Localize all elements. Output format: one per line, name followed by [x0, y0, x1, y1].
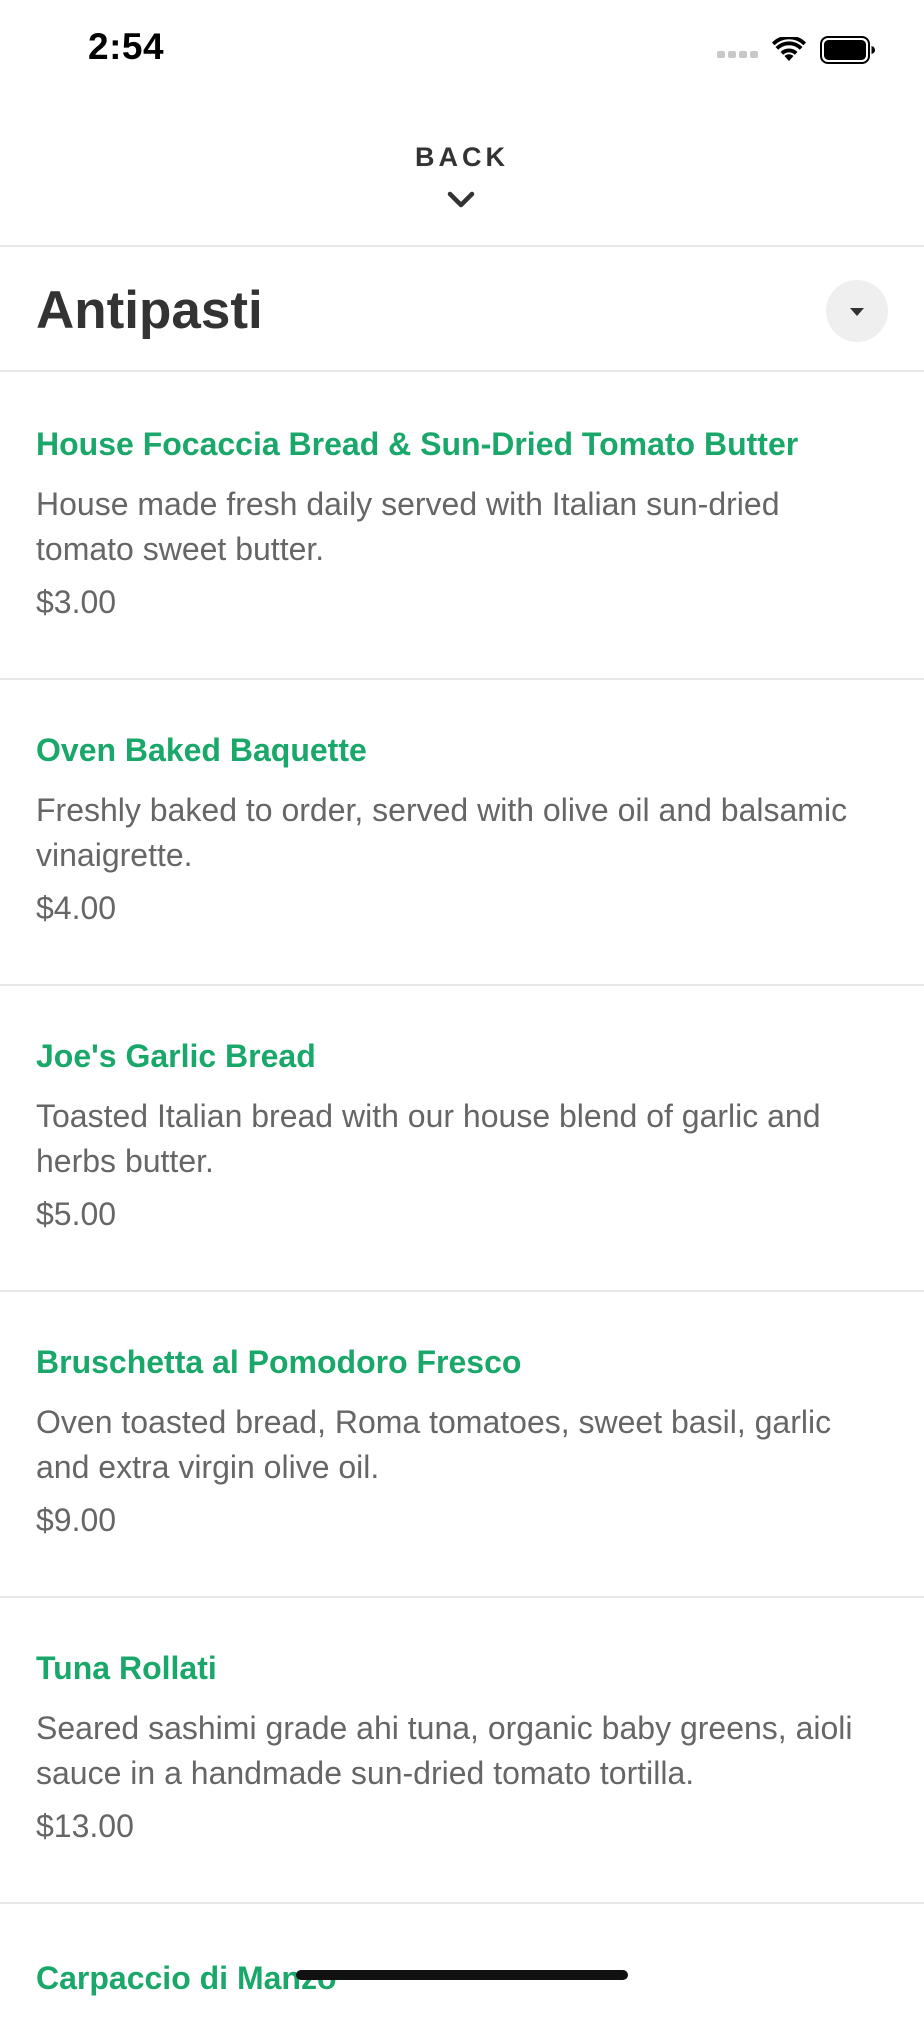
- menu-item-name: Tuna Rollati: [36, 1650, 217, 1686]
- menu-item[interactable]: Joe's Garlic Bread Toasted Italian bread…: [0, 986, 924, 1292]
- status-icons: [717, 34, 876, 66]
- menu-item[interactable]: Oven Baked Baquette Freshly baked to ord…: [0, 680, 924, 986]
- menu-item-name: Oven Baked Baquette: [36, 732, 367, 768]
- menu-item-description: Oven toasted bread, Roma tomatoes, sweet…: [36, 1404, 832, 1485]
- status-time: 2:54: [88, 26, 165, 67]
- back-header: BACK: [0, 100, 924, 246]
- section-header: Antipasti: [0, 248, 924, 372]
- menu-list: House Focaccia Bread & Sun-Dried Tomato …: [0, 374, 924, 2024]
- section-title: Antipasti: [36, 281, 263, 340]
- back-button[interactable]: BACK: [0, 142, 924, 173]
- menu-item-price: $5.00: [36, 1196, 117, 1232]
- status-bar: 2:54: [0, 0, 924, 100]
- menu-item-price: $4.00: [36, 890, 117, 926]
- wifi-icon: [772, 37, 806, 61]
- chevron-down-icon[interactable]: [446, 190, 476, 210]
- battery-icon: [820, 36, 875, 64]
- menu-item-name: Carpaccio di Manzo: [36, 1960, 337, 1996]
- menu-item-description: Freshly baked to order, served with oliv…: [36, 792, 848, 873]
- section-toggle-button[interactable]: [826, 280, 888, 342]
- menu-item-name: Joe's Garlic Bread: [36, 1038, 316, 1074]
- menu-item-name: Bruschetta al Pomodoro Fresco: [36, 1344, 522, 1380]
- menu-item-description: House made fresh daily served with Itali…: [36, 486, 780, 567]
- caret-down-icon: [850, 308, 864, 316]
- menu-item-price: $9.00: [36, 1502, 117, 1538]
- signal-dots-icon: [717, 50, 758, 58]
- menu-item[interactable]: House Focaccia Bread & Sun-Dried Tomato …: [0, 374, 924, 680]
- menu-item-price: $3.00: [36, 584, 117, 620]
- menu-item-description: Toasted Italian bread with our house ble…: [36, 1098, 821, 1179]
- header-divider: [0, 245, 924, 247]
- menu-item-price: $13.00: [36, 1808, 134, 1844]
- section-divider: [0, 370, 924, 372]
- menu-item[interactable]: Bruschetta al Pomodoro Fresco Oven toast…: [0, 1292, 924, 1598]
- menu-item-description: Seared sashimi grade ahi tuna, organic b…: [36, 1710, 853, 1791]
- home-indicator: [296, 1970, 628, 1980]
- menu-item[interactable]: Carpaccio di Manzo: [0, 1904, 924, 2024]
- menu-item-name: House Focaccia Bread & Sun-Dried Tomato …: [36, 426, 799, 462]
- menu-item[interactable]: Tuna Rollati Seared sashimi grade ahi tu…: [0, 1598, 924, 1904]
